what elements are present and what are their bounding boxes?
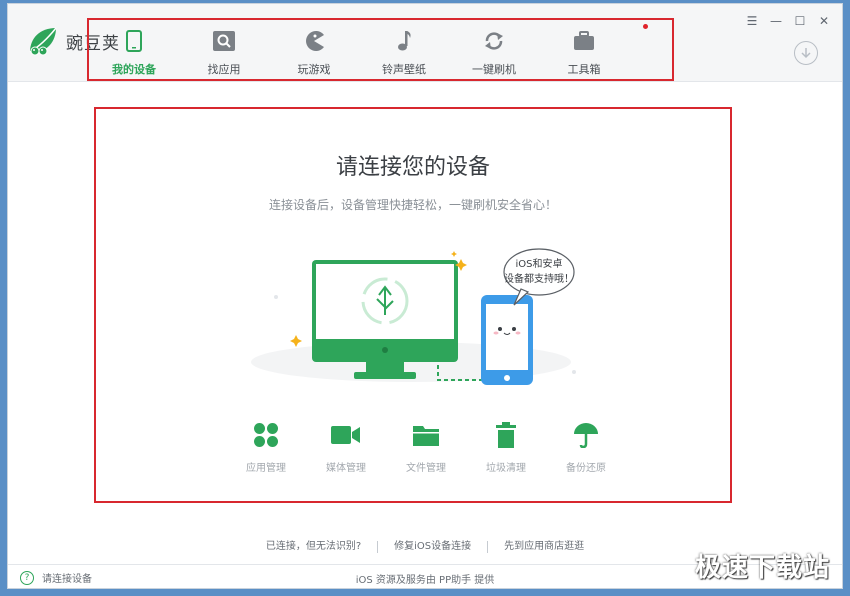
nav-label: 铃声壁纸 [382, 63, 426, 76]
grid-icon [253, 421, 279, 449]
nav-one-click-flash[interactable]: 一键刷机 [449, 20, 539, 79]
nav-label: 玩游戏 [297, 63, 331, 76]
refresh-icon [483, 29, 505, 53]
feature-backup-restore[interactable]: 备份还原 [556, 421, 616, 474]
toolbox-icon [573, 29, 595, 53]
decor-dot [274, 295, 278, 299]
page-title: 请连接您的设备 [335, 155, 490, 180]
nav-ringtone-wallpaper[interactable]: 铃声壁纸 [359, 20, 449, 79]
folder-icon [412, 421, 440, 449]
watermark: 极速下载站 [694, 553, 830, 583]
feature-file-manage[interactable]: 文件管理 [396, 421, 456, 474]
bubble-text-line2: 设备都支持哦！ [504, 272, 574, 285]
music-note-icon [396, 29, 412, 53]
bubble-text-line1: iOS和安卓 [516, 257, 563, 270]
nav-label: 一键刷机 [472, 63, 516, 76]
link-browse-app-store[interactable]: 先到应用商店逛逛 [488, 541, 600, 553]
maximize-button[interactable]: ☐ [790, 12, 810, 30]
monitor-icon [312, 260, 458, 379]
pacman-icon [303, 29, 325, 53]
feature-label: 文件管理 [406, 463, 446, 474]
nav-label: 工具箱 [567, 63, 601, 76]
nav-toolbox[interactable]: 工具箱 [539, 20, 629, 79]
feature-label: 垃圾清理 [486, 463, 526, 474]
nav-play-games[interactable]: 玩游戏 [269, 20, 359, 79]
pea-pod-logo-icon [29, 27, 57, 56]
nav-find-apps[interactable]: 找应用 [179, 20, 269, 79]
nav-my-device[interactable]: 我的设备 [89, 20, 179, 79]
connect-device-panel: 请连接您的设备 连接设备后，设备管理快捷轻松，一键刷机安全省心！ iOS和安卓 … [94, 107, 732, 503]
connect-illustration: iOS和安卓 设备都支持哦！ [251, 248, 576, 385]
app-search-icon [213, 29, 235, 53]
decor-dot [572, 370, 576, 374]
umbrella-icon [573, 421, 599, 449]
menu-button[interactable]: ☰ [742, 12, 762, 30]
feature-app-manage[interactable]: 应用管理 [236, 421, 296, 474]
feature-label: 媒体管理 [326, 463, 366, 474]
download-manager-button[interactable] [794, 41, 818, 65]
header: 豌豆荚 我的设备 找应用 玩游戏 铃声壁纸 一键刷机 工具箱 ☰ — ☐ ✕ [8, 4, 842, 82]
notification-dot [643, 24, 648, 29]
feature-junk-clean[interactable]: 垃圾清理 [476, 421, 536, 474]
phone-icon [126, 29, 142, 53]
feature-media-manage[interactable]: 媒体管理 [316, 421, 376, 474]
page-subtitle: 连接设备后，设备管理快捷轻松，一键刷机安全省心！ [268, 198, 557, 212]
smartphone-icon [481, 295, 533, 385]
feature-row: 应用管理 媒体管理 文件管理 垃圾清理 备份还原 [236, 421, 616, 474]
close-button[interactable]: ✕ [814, 12, 834, 30]
nav-label: 我的设备 [112, 63, 156, 76]
feature-label: 应用管理 [246, 463, 286, 474]
nav-label: 找应用 [207, 63, 241, 76]
trash-icon [495, 421, 517, 449]
link-fix-ios-connection[interactable]: 修复iOS设备连接 [378, 541, 489, 553]
feature-label: 备份还原 [566, 463, 606, 474]
app-window: 豌豆荚 我的设备 找应用 玩游戏 铃声壁纸 一键刷机 工具箱 ☰ — ☐ ✕ 请… [7, 3, 843, 589]
minimize-button[interactable]: — [766, 12, 786, 30]
window-controls: ☰ — ☐ ✕ [742, 12, 834, 30]
video-icon [331, 421, 361, 449]
download-arrow-icon [801, 48, 811, 59]
main-nav: 我的设备 找应用 玩游戏 铃声壁纸 一键刷机 工具箱 [87, 18, 674, 81]
link-connected-unrecognized[interactable]: 已连接，但无法识别? [250, 541, 379, 553]
